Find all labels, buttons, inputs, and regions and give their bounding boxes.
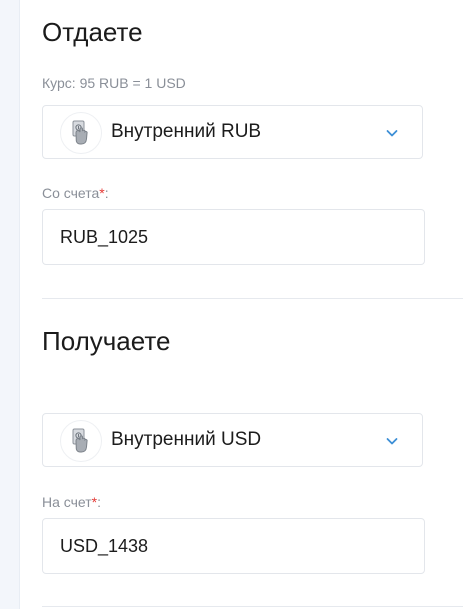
give-section-title: Отдаете (42, 17, 143, 47)
give-account-input[interactable] (42, 209, 425, 265)
receive-account-input[interactable] (42, 518, 425, 574)
cash-hand-icon (60, 112, 102, 154)
section-divider (42, 298, 463, 299)
left-sidebar-rail (0, 0, 20, 609)
receive-account-label: На счет (42, 494, 92, 510)
chevron-down-icon (386, 438, 398, 445)
cash-hand-icon (60, 420, 102, 462)
receive-method-label: Внутренний USD (111, 429, 262, 450)
section-divider (42, 606, 463, 607)
receive-method-select[interactable]: Внутренний USD (42, 413, 423, 467)
give-method-label: Внутренний RUB (111, 121, 262, 142)
exchange-rate: Курс: 95 RUB = 1 USD (42, 75, 186, 91)
receive-section-title: Получаете (42, 326, 171, 356)
give-method-select[interactable]: Внутренний RUB (42, 105, 423, 159)
give-account-label-row: Со счета*: (42, 185, 109, 201)
chevron-down-icon (386, 130, 398, 137)
exchange-form: Отдаете Курс: 95 RUB = 1 USD Внутренний … (42, 0, 463, 609)
give-account-label: Со счета (42, 185, 100, 201)
receive-account-label-row: На счет*: (42, 494, 101, 510)
